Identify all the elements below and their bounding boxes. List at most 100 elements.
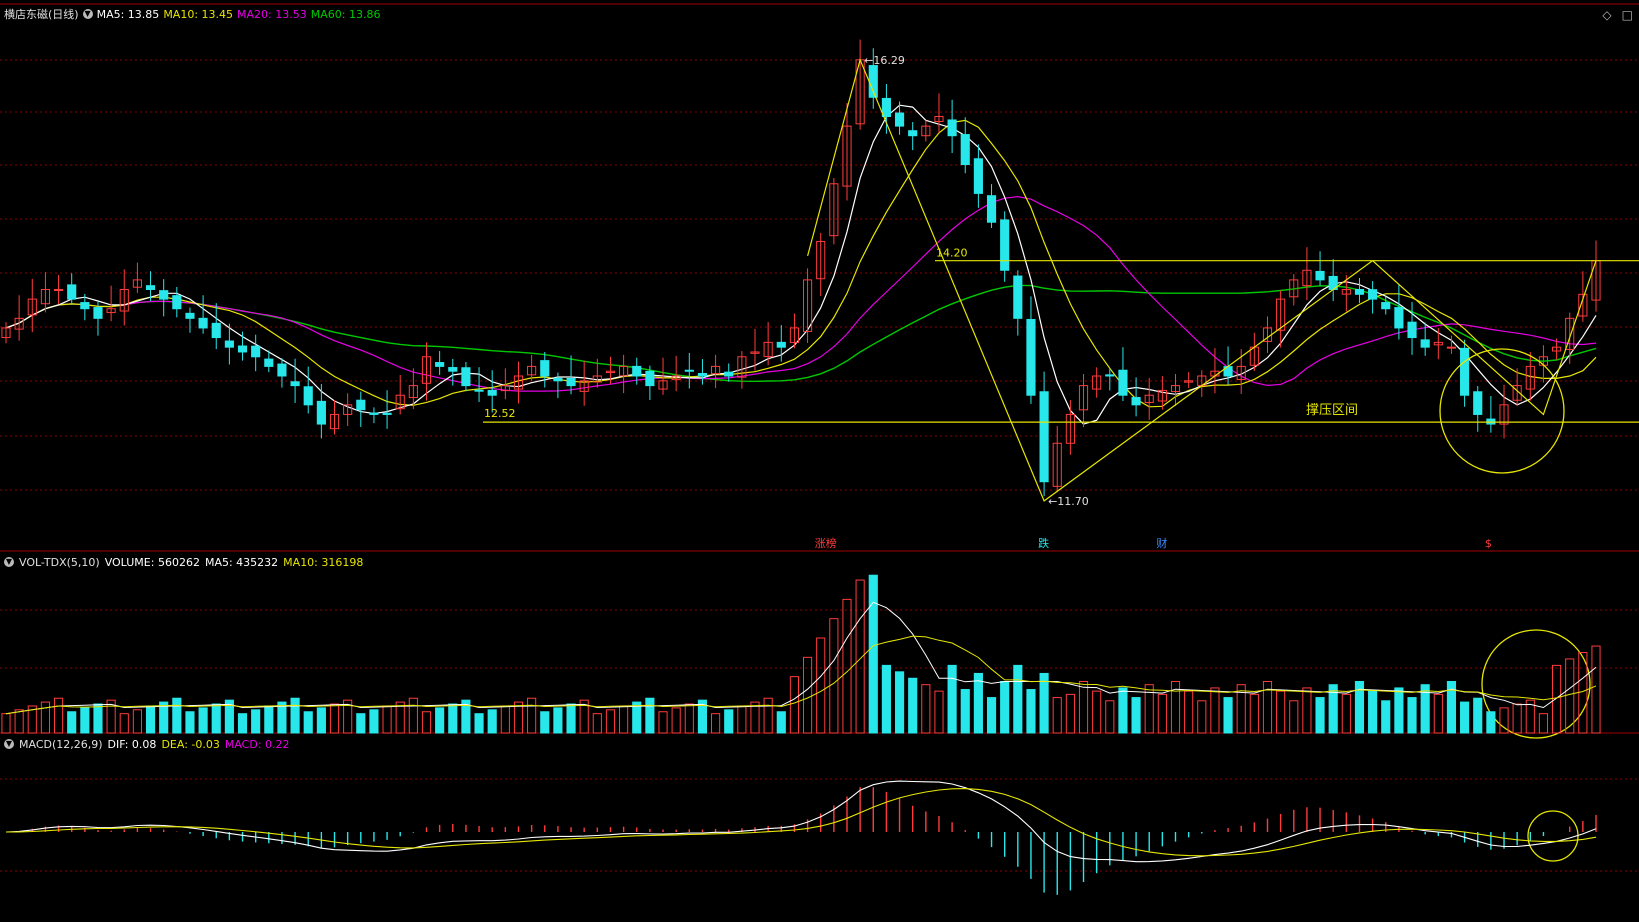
candle-body — [237, 345, 248, 353]
volume-bar — [93, 703, 103, 734]
candle-body — [1013, 275, 1023, 319]
event-marker: $ — [1485, 537, 1492, 550]
event-marker: 涨榜 — [815, 536, 837, 550]
candle-body — [251, 345, 261, 358]
candle-body — [67, 284, 77, 300]
volume-bar — [1381, 700, 1391, 734]
candle-body — [369, 412, 379, 415]
volume-bar — [894, 671, 905, 734]
chart-labels: ←16.29 ←11.70 14.20 12.52 撑压区间涨榜 跌 财 $ — [484, 54, 1492, 550]
candle-body — [986, 195, 997, 223]
candle-body — [1473, 391, 1483, 415]
volume-bar — [1184, 690, 1194, 734]
volume-bar — [1473, 697, 1483, 734]
volume-bar — [1394, 687, 1404, 734]
volume-bar — [776, 711, 786, 734]
volume-bar — [1157, 693, 1167, 734]
candle-body — [881, 97, 891, 118]
volume-bar — [435, 707, 445, 734]
volume-bar — [973, 672, 983, 734]
volume-bar — [527, 697, 537, 734]
volume-bar — [881, 664, 891, 734]
candle-body — [80, 302, 90, 310]
candle-body — [540, 360, 550, 377]
candle-body — [645, 370, 655, 387]
event-marker: 财 — [1156, 536, 1167, 550]
candle-body — [1118, 369, 1128, 396]
chart-canvas[interactable]: ←16.29 ←11.70 14.20 12.52 撑压区间涨榜 跌 财 $ — [0, 0, 1639, 922]
candle-body — [1039, 391, 1049, 483]
volume-bar — [264, 705, 274, 734]
candle-body — [461, 367, 471, 387]
volume-bar — [1433, 693, 1443, 734]
candle-body — [1368, 289, 1378, 300]
volume-bar — [1052, 697, 1062, 734]
high-price-label: ←16.29 — [864, 54, 905, 67]
candle-body — [776, 341, 786, 348]
volume-bar — [842, 598, 852, 734]
volume-bar — [119, 713, 129, 734]
volume-bars — [1, 574, 1601, 734]
grid-lines — [0, 3, 1639, 872]
volume-bar — [14, 709, 24, 734]
candle-body — [448, 367, 458, 372]
candle-body — [1105, 374, 1115, 377]
volume-bar — [211, 703, 221, 734]
candle-body — [894, 112, 905, 127]
candle-body — [1315, 270, 1325, 281]
volume-bar — [724, 709, 734, 734]
volume-bar — [960, 689, 970, 734]
volume-bar — [1552, 664, 1562, 734]
candle-body — [1000, 219, 1010, 271]
ma60-path — [5, 284, 1597, 383]
volume-bar — [1131, 697, 1141, 734]
volume-bar — [1118, 687, 1128, 734]
volume-bar — [947, 664, 957, 734]
ma5-path — [5, 104, 1597, 425]
resistance-label: 14.20 — [936, 247, 968, 260]
candle-body — [973, 158, 983, 194]
candle-body — [435, 362, 445, 367]
volume-bar — [1341, 693, 1351, 734]
candle-body — [185, 312, 195, 319]
candle-body — [1131, 397, 1141, 406]
ma10-line — [5, 119, 1597, 408]
volume-bar — [868, 574, 878, 734]
candle-body — [1354, 289, 1365, 295]
candle-body — [159, 290, 169, 300]
dif-path — [5, 780, 1597, 863]
candles — [1, 39, 1601, 497]
volume-bar — [1039, 672, 1049, 734]
volume-bar — [408, 697, 418, 734]
volume-bar — [316, 707, 326, 734]
volume-bar — [1591, 645, 1601, 734]
ma5-line — [5, 104, 1597, 425]
candle-body — [303, 386, 313, 406]
candle-body — [1407, 321, 1417, 339]
volume-bar — [802, 656, 813, 734]
volume-bar — [382, 705, 392, 734]
candle-body — [684, 369, 694, 372]
volume-bar — [934, 690, 944, 734]
volume-bar — [1486, 711, 1496, 734]
volume-bar — [67, 711, 77, 734]
volume-bar — [1315, 697, 1325, 734]
volume-bar — [1210, 687, 1220, 734]
candle-body — [632, 365, 642, 377]
volume-bar — [540, 711, 550, 734]
volume-bar — [1013, 664, 1023, 734]
volume-bar — [290, 697, 300, 734]
volume-bar — [369, 709, 379, 734]
volume-bar — [172, 697, 182, 734]
candle-body — [474, 389, 484, 392]
volume-bar — [1092, 690, 1102, 734]
candle-body — [224, 340, 234, 348]
candle-body — [198, 317, 208, 329]
volume-bar — [1000, 680, 1010, 734]
macd-histogram — [5, 780, 1597, 895]
volume-bar — [986, 697, 997, 734]
volume-bar — [198, 707, 208, 734]
volume-bar — [1302, 687, 1312, 734]
volume-bar — [829, 618, 839, 734]
candle-body — [1420, 339, 1430, 348]
